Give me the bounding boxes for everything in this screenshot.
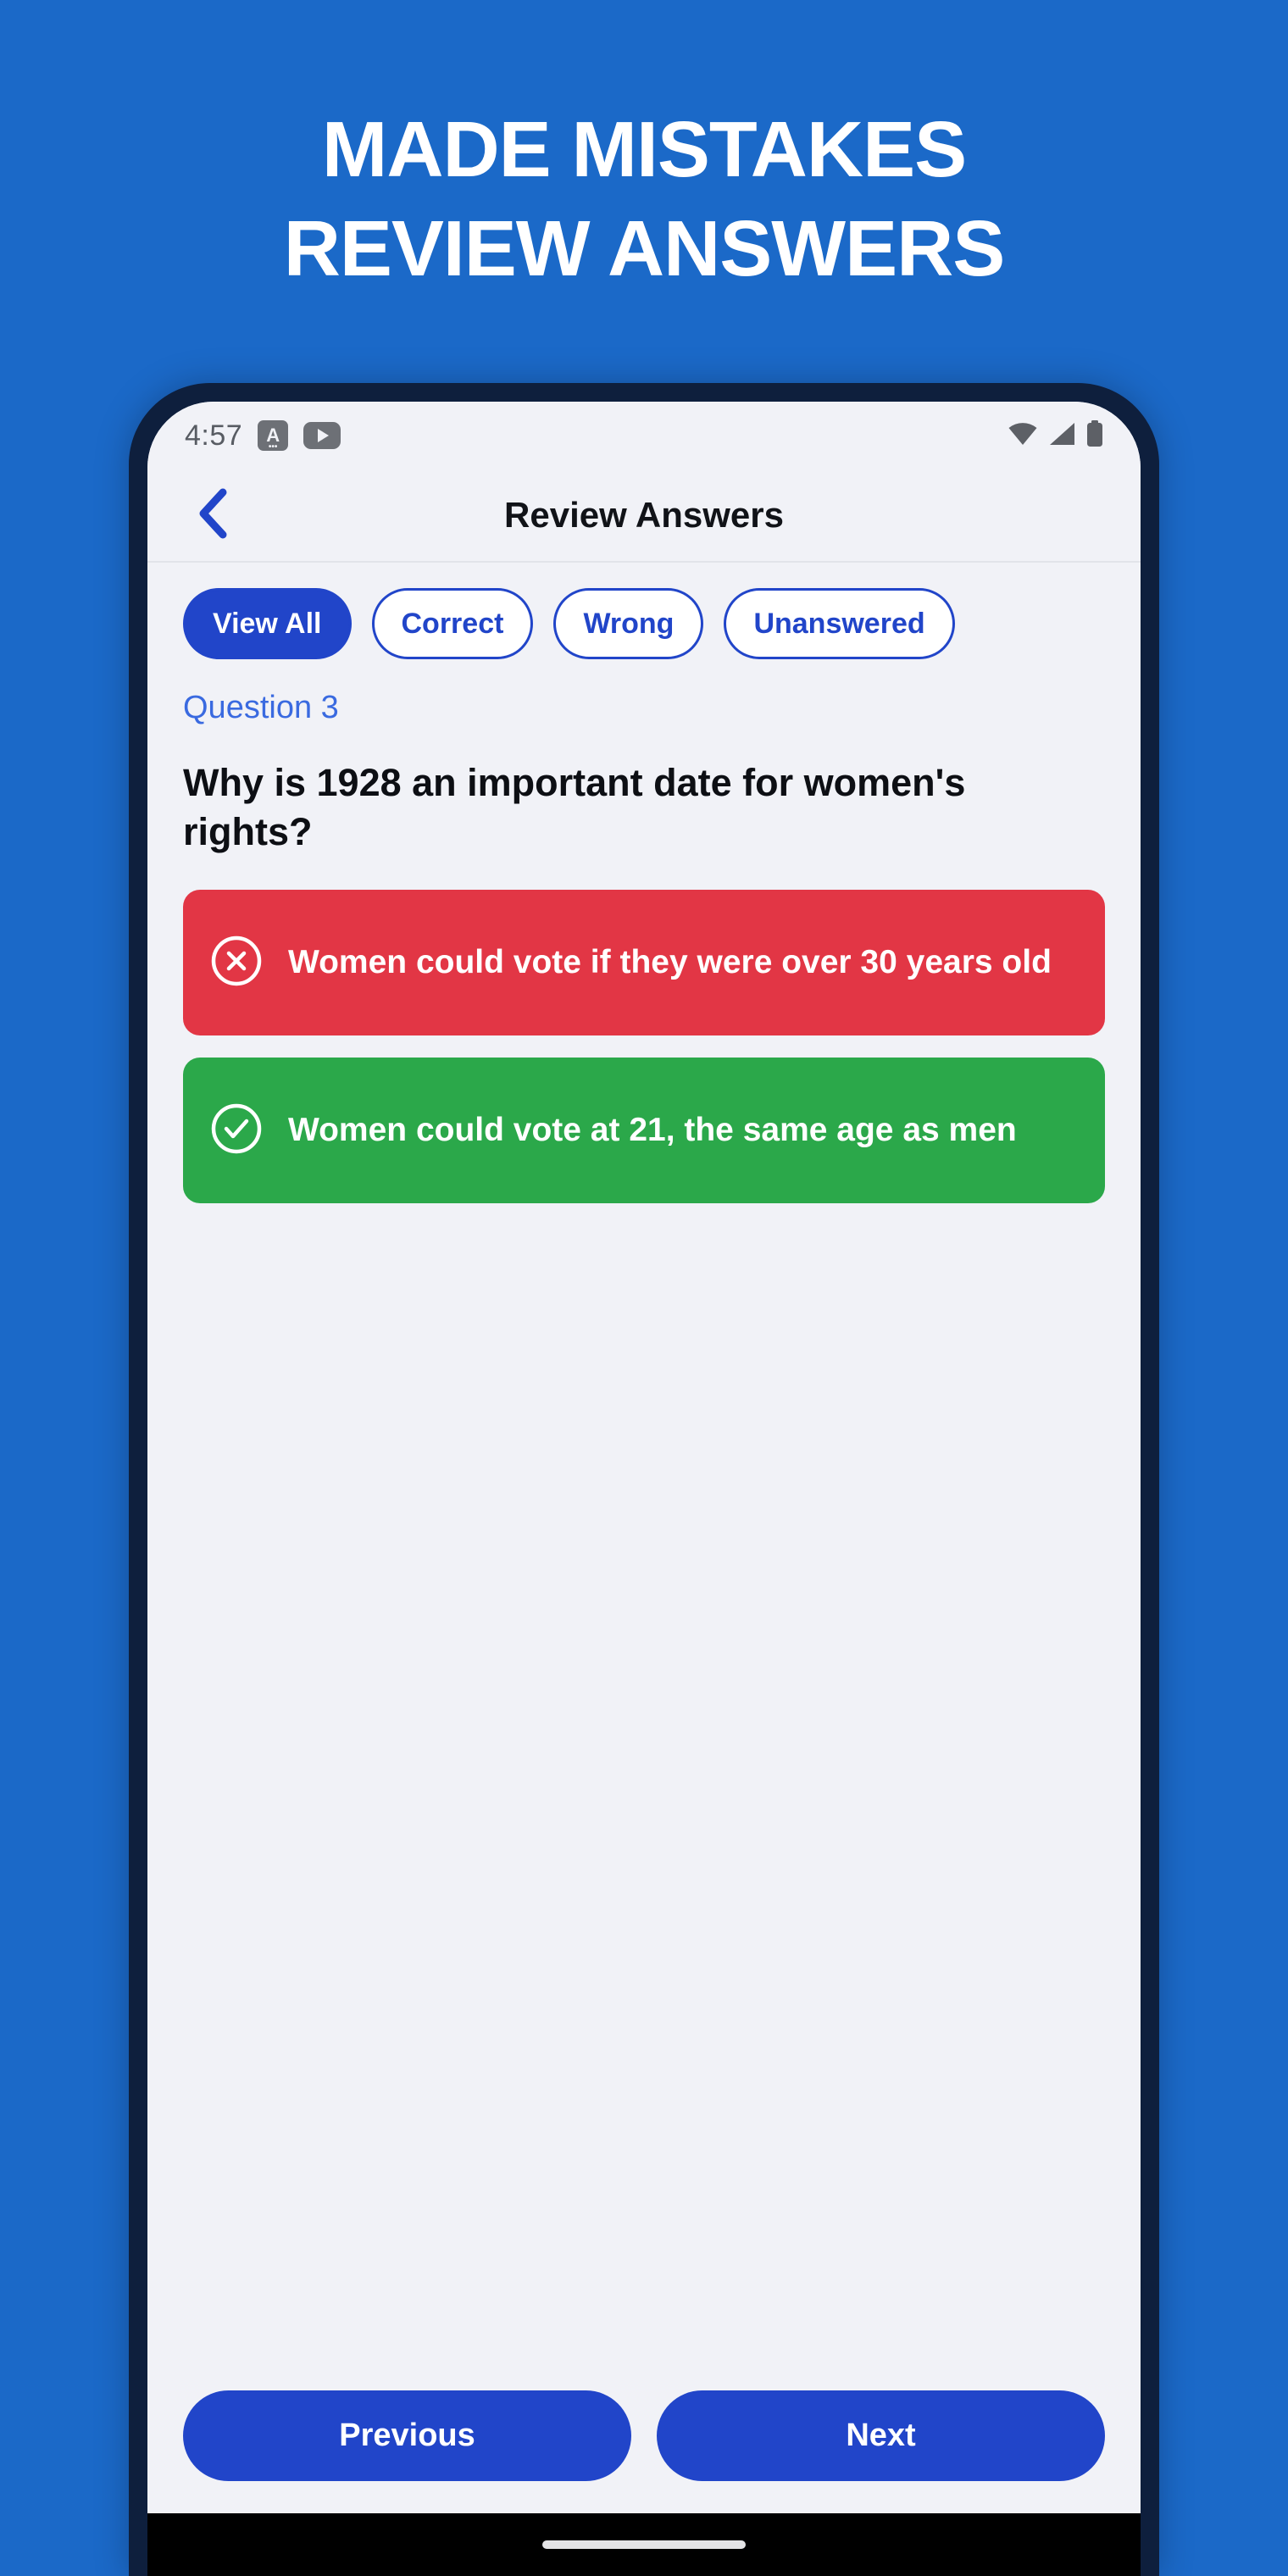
- wifi-icon: [1008, 422, 1037, 450]
- app-bar: Review Answers: [147, 469, 1141, 563]
- keyboard-language-icon: A: [258, 420, 289, 452]
- question-number-label: Question 3: [183, 690, 339, 725]
- answer-text-wrong: Women could vote if they were over 30 ye…: [288, 944, 1052, 981]
- promo-headline: MADE MISTAKES REVIEW ANSWERS: [0, 110, 1288, 288]
- status-clock: 4:57: [185, 419, 243, 452]
- chevron-left-icon: [195, 487, 234, 544]
- promo-headline-line-1: MADE MISTAKES: [321, 105, 967, 193]
- phone-screen: 4:57 A ••• Review Answers View All Corre…: [147, 402, 1141, 2576]
- battery-icon: [1086, 419, 1103, 452]
- status-bar-right: [1008, 419, 1103, 452]
- circle-x-icon: [210, 935, 263, 991]
- bottom-navigation: Previous Next: [147, 2390, 1141, 2481]
- home-indicator-area: [147, 2513, 1141, 2576]
- next-button[interactable]: Next: [657, 2390, 1105, 2481]
- youtube-play-icon: [303, 422, 341, 449]
- status-bar: 4:57 A: [147, 402, 1141, 469]
- answer-card-correct[interactable]: Women could vote at 21, the same age as …: [183, 1058, 1105, 1204]
- filter-pill-unanswered[interactable]: Unanswered: [724, 588, 955, 659]
- promo-headline-line-2: REVIEW ANSWERS: [283, 204, 1006, 292]
- question-text: Why is 1928 an important date for women'…: [183, 761, 966, 853]
- filter-pill-view-all[interactable]: View All: [183, 588, 352, 659]
- filter-pill-wrong[interactable]: Wrong: [553, 588, 704, 659]
- previous-button[interactable]: Previous: [183, 2390, 631, 2481]
- filter-pill-bar: View All Correct Wrong Unanswered: [147, 563, 1141, 681]
- page-title: Review Answers: [504, 495, 784, 535]
- back-button[interactable]: [183, 484, 246, 547]
- answer-list: Women could vote if they were over 30 ye…: [147, 856, 1141, 1204]
- filter-pill-correct[interactable]: Correct: [371, 588, 534, 659]
- home-indicator[interactable]: [542, 2540, 746, 2549]
- phone-device-frame: 4:57 A ••• Review Answers View All Corre…: [129, 383, 1159, 2576]
- answer-card-wrong[interactable]: Women could vote if they were over 30 ye…: [183, 890, 1105, 1036]
- cellular-signal-icon: [1048, 422, 1075, 450]
- answer-text-correct: Women could vote at 21, the same age as …: [288, 1112, 1017, 1149]
- circle-check-icon: [210, 1102, 263, 1159]
- status-bar-left: 4:57 A: [185, 419, 341, 452]
